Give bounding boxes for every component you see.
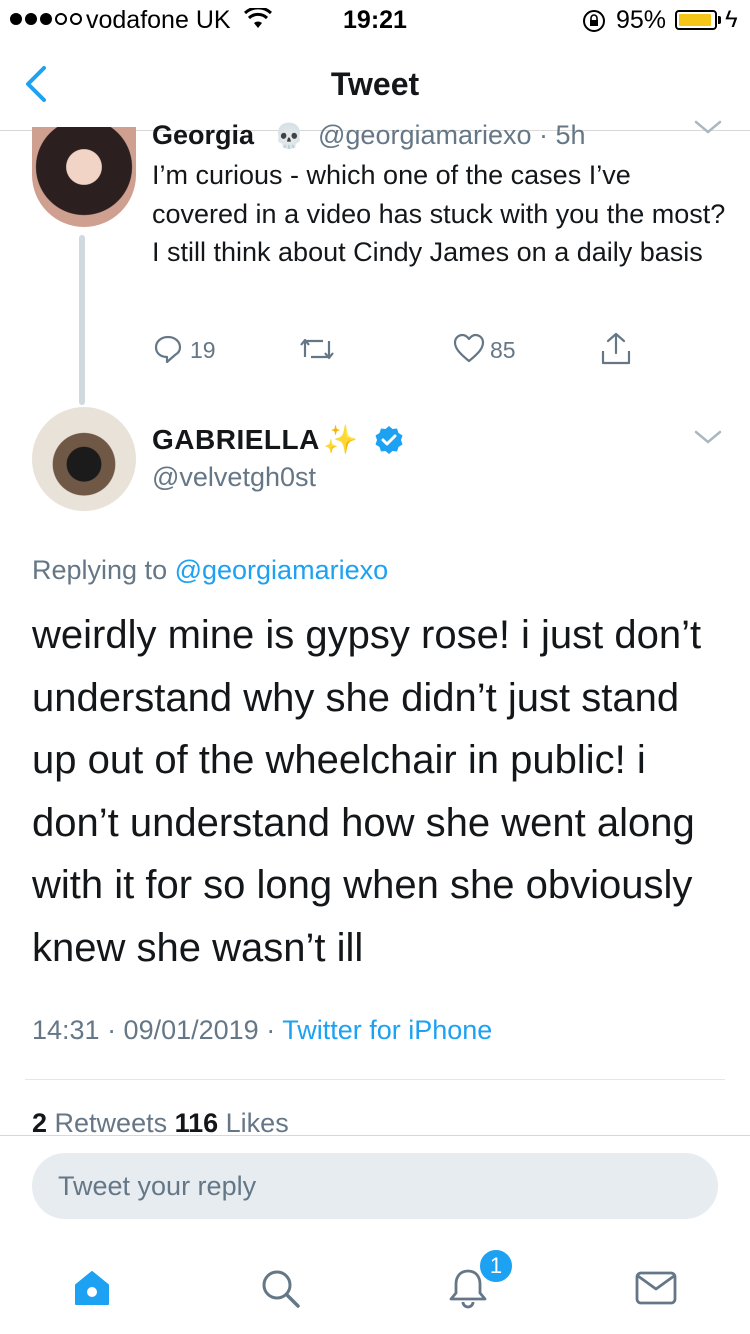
author-name[interactable]: GABRIELLA — [152, 424, 320, 456]
retweet-button[interactable] — [297, 335, 337, 368]
reply-input[interactable] — [32, 1153, 718, 1219]
avatar-georgia[interactable] — [32, 127, 136, 227]
tweet-timestamp: 14:31 · 09/01/2019 · — [32, 1015, 283, 1045]
verified-badge-icon — [373, 424, 405, 461]
like-count: 85 — [490, 337, 516, 363]
chevron-down-icon — [694, 430, 722, 444]
like-button[interactable] — [452, 332, 486, 369]
replying-to-prefix: Replying to — [32, 555, 175, 585]
battery-icon — [675, 10, 717, 30]
share-button[interactable] — [599, 331, 633, 372]
reply-composer — [0, 1135, 750, 1221]
home-icon — [75, 1271, 109, 1305]
battery-nub — [718, 16, 721, 24]
tab-messages[interactable] — [626, 1258, 686, 1318]
divider — [25, 1079, 725, 1080]
heart-icon — [453, 333, 485, 363]
status-bar: vodafone UK 19:21 95% ϟ — [0, 0, 750, 40]
rotation-lock-icon — [581, 8, 607, 41]
avatar-gabriella[interactable] — [32, 407, 136, 511]
author-handle[interactable]: @velvetgh0st — [152, 462, 316, 493]
tweet-options-button[interactable] — [693, 428, 723, 451]
tweet-source-link[interactable]: Twitter for iPhone — [282, 1015, 492, 1045]
reply-icon — [154, 335, 182, 364]
tweet-options-button[interactable] — [693, 118, 723, 141]
replying-to-mention-link[interactable]: @georgiamariexo — [175, 555, 389, 585]
chevron-down-icon — [694, 120, 722, 134]
parent-tweet-text: I’m curious - which one of the cases I’v… — [152, 160, 726, 267]
retweet-icon — [300, 338, 334, 360]
envelope-icon — [635, 1271, 677, 1305]
likes-count: 116 — [174, 1108, 219, 1138]
tweet-text: weirdly mine is gypsy rose! i just don’t… — [32, 613, 702, 970]
charging-icon: ϟ — [725, 6, 738, 33]
navigation-bar: Tweet — [0, 40, 750, 131]
tab-home[interactable] — [62, 1258, 122, 1318]
search-icon — [262, 1270, 300, 1308]
battery-percent: 95% — [616, 6, 667, 34]
page-title: Tweet — [330, 66, 420, 102]
sparkles-emoji: ✨ — [323, 424, 358, 455]
parent-handle-time[interactable]: @georgiamariexo · 5h — [318, 120, 586, 151]
tab-bar: 1 — [0, 1220, 750, 1334]
tab-search[interactable] — [250, 1258, 310, 1318]
retweets-count: 2 — [32, 1108, 48, 1138]
likes-label: Likes — [218, 1108, 289, 1138]
parent-author-name[interactable]: Georgia — [152, 120, 254, 151]
reply-count: 19 — [190, 337, 216, 363]
replying-to-line: Replying to @georgiamariexo — [32, 555, 388, 586]
notifications-badge: 1 — [478, 1248, 514, 1284]
thread-connector-line — [79, 235, 85, 405]
retweets-label: Retweets — [47, 1108, 175, 1138]
skull-emoji: 💀 — [274, 123, 304, 150]
share-icon — [601, 332, 631, 365]
tweet-meta: 14:31 · 09/01/2019 · Twitter for iPhone — [32, 1015, 492, 1046]
reply-button[interactable] — [152, 333, 184, 370]
